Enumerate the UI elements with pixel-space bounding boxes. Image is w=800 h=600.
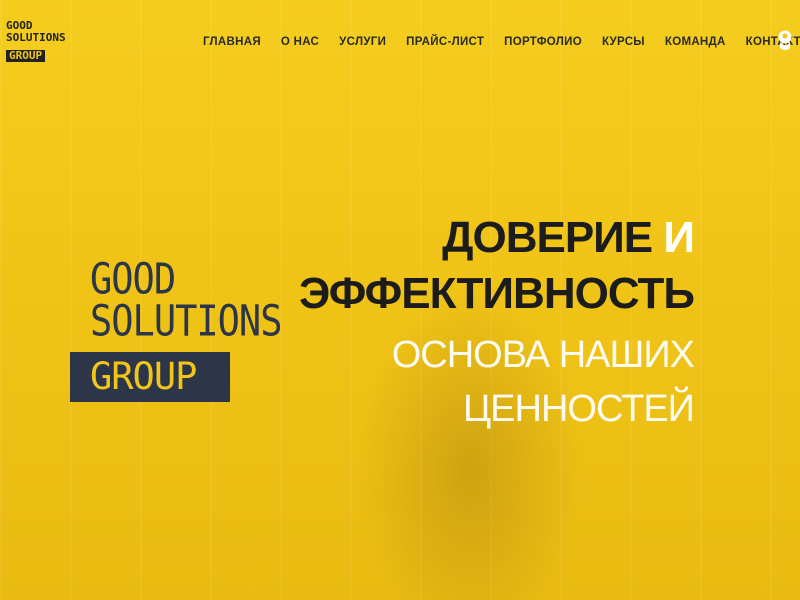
- hero-subtitle-line1: ОСНОВА НАШИХ: [391, 334, 695, 376]
- headline-word-and: И: [663, 213, 695, 262]
- user-icon[interactable]: [776, 29, 794, 51]
- nav-item-about[interactable]: О НАС: [281, 36, 319, 52]
- header-logo[interactable]: GOOD SOLUTIONS GROUP: [6, 20, 82, 63]
- hero-subtitle-line2: ЦЕННОСТЕЙ: [463, 388, 695, 430]
- nav-item-home[interactable]: ГЛАВНАЯ: [203, 36, 261, 52]
- headline-word-efficiency: ЭФФЕКТИВНОСТЬ: [298, 269, 695, 318]
- site-header: GOOD SOLUTIONS GROUP ГЛАВНАЯ О НАС УСЛУГ…: [0, 0, 800, 80]
- hero-logo-line1: GOOD: [90, 254, 176, 304]
- hero-logo: GOOD SOLUTIONS GROUP: [70, 254, 310, 402]
- hero-headline: ДОВЕРИЕ И ЭФФЕКТИВНОСТЬ ОСНОВА НАШИХ ЦЕН…: [298, 210, 695, 436]
- header-logo-line2: SOLUTIONS: [6, 31, 66, 44]
- main-nav: ГЛАВНАЯ О НАС УСЛУГИ ПРАЙС-ЛИСТ ПОРТФОЛИ…: [203, 36, 800, 52]
- nav-item-team[interactable]: КОМАНДА: [665, 36, 726, 52]
- nav-item-portfolio[interactable]: ПОРТФОЛИО: [504, 36, 582, 52]
- nav-item-pricelist[interactable]: ПРАЙС-ЛИСТ: [406, 36, 484, 52]
- headline-word-trust: ДОВЕРИЕ: [442, 213, 653, 262]
- hero-logo-line3: GROUP: [70, 352, 230, 402]
- header-logo-line3: GROUP: [6, 50, 46, 62]
- nav-item-courses[interactable]: КУРСЫ: [602, 36, 645, 52]
- headline-row1: ДОВЕРИЕ И: [299, 210, 695, 266]
- nav-item-services[interactable]: УСЛУГИ: [339, 36, 386, 52]
- hero-logo-line2: SOLUTIONS: [90, 296, 282, 346]
